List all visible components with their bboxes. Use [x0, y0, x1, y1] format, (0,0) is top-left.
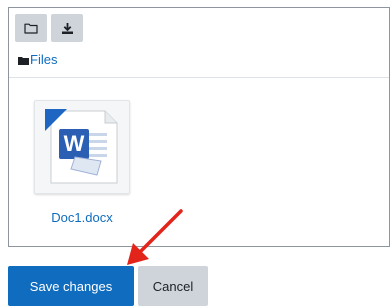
- breadcrumb: Files: [18, 52, 57, 67]
- file-manager-header: Files: [9, 8, 389, 78]
- create-folder-button[interactable]: [15, 14, 47, 42]
- breadcrumb-files-link[interactable]: Files: [30, 52, 57, 67]
- file-list: W Doc1.docx: [9, 78, 389, 246]
- download-icon: [61, 22, 74, 35]
- file-item[interactable]: W Doc1.docx: [31, 100, 133, 225]
- word-document-icon: W: [45, 109, 121, 190]
- folder-outline-icon: [24, 22, 38, 34]
- file-manager: Files W Doc1.docx: [8, 7, 390, 247]
- save-changes-button[interactable]: Save changes: [8, 266, 134, 306]
- file-manager-toolbar: [15, 14, 83, 42]
- download-all-button[interactable]: [51, 14, 83, 42]
- file-thumbnail: W: [34, 100, 130, 194]
- folder-filled-icon: [18, 53, 29, 68]
- form-actions: Save changes Cancel: [8, 266, 208, 306]
- file-manager-page: Files W Doc1.docx Save changes Cancel: [0, 0, 392, 307]
- file-name[interactable]: Doc1.docx: [31, 210, 133, 225]
- cancel-button[interactable]: Cancel: [138, 266, 208, 306]
- svg-text:W: W: [64, 131, 85, 156]
